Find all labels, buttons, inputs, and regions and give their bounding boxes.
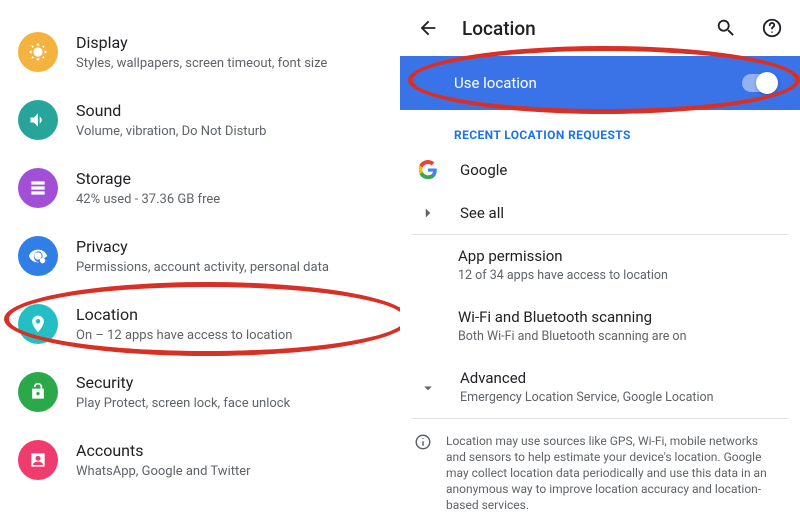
account-icon — [18, 440, 58, 480]
privacy-icon — [18, 236, 58, 276]
advanced-item[interactable]: Advanced Emergency Location Service, Goo… — [400, 357, 800, 418]
info-icon — [414, 433, 432, 513]
row-subtitle: Play Protect, screen lock, face unlock — [76, 395, 382, 412]
top-app-bar: Location — [400, 0, 800, 56]
location-info: Location may use sources like GPS, Wi-Fi… — [400, 419, 800, 524]
row-subtitle: On – 12 apps have access to location — [76, 327, 382, 344]
brightness-icon — [18, 32, 58, 72]
settings-item-location[interactable]: Location On – 12 apps have access to loc… — [0, 290, 400, 358]
recent-item-google[interactable]: Google — [400, 148, 800, 192]
row-title: Advanced — [460, 369, 776, 387]
row-title: Privacy — [76, 237, 382, 257]
row-subtitle: Both Wi-Fi and Bluetooth scanning are on — [458, 329, 776, 345]
row-title: Storage — [76, 169, 382, 189]
see-all-label: See all — [460, 204, 776, 222]
row-title: Display — [76, 33, 382, 53]
page-title: Location — [462, 17, 692, 40]
row-title: App permission — [458, 247, 776, 265]
row-title: Location — [76, 305, 382, 325]
row-subtitle: 42% used - 37.36 GB free — [76, 191, 382, 208]
settings-item-privacy[interactable]: Privacy Permissions, account activity, p… — [0, 222, 400, 290]
chevron-down-icon — [414, 379, 442, 397]
location-settings-page: Location Use location RECENT LOCATION RE… — [400, 0, 800, 524]
row-title: Wi-Fi and Bluetooth scanning — [458, 308, 776, 326]
row-subtitle: Emergency Location Service, Google Locat… — [460, 390, 776, 406]
row-title: Accounts — [76, 441, 382, 461]
row-subtitle: 12 of 34 apps have access to location — [458, 268, 776, 284]
settings-item-display[interactable]: Display Styles, wallpapers, screen timeo… — [0, 18, 400, 86]
help-icon[interactable] — [760, 16, 784, 40]
row-title: Sound — [76, 101, 382, 121]
settings-item-sound[interactable]: Sound Volume, vibration, Do Not Disturb — [0, 86, 400, 154]
settings-item-security[interactable]: Security Play Protect, screen lock, face… — [0, 358, 400, 426]
location-icon — [18, 304, 58, 344]
storage-icon — [18, 168, 58, 208]
recent-item-label: Google — [460, 161, 776, 179]
row-subtitle: Styles, wallpapers, screen timeout, font… — [76, 55, 382, 72]
google-icon — [414, 160, 442, 180]
row-subtitle: WhatsApp, Google and Twitter — [76, 463, 382, 480]
row-subtitle: Permissions, account activity, personal … — [76, 259, 382, 276]
settings-list: Display Styles, wallpapers, screen timeo… — [0, 0, 400, 524]
use-location-toggle[interactable]: Use location — [400, 56, 800, 110]
row-title: Security — [76, 373, 382, 393]
back-icon[interactable] — [416, 16, 440, 40]
wifi-bt-scanning-item[interactable]: Wi-Fi and Bluetooth scanning Both Wi-Fi … — [400, 296, 800, 357]
toggle-switch[interactable] — [742, 74, 776, 92]
recent-requests-label: RECENT LOCATION REQUESTS — [400, 110, 800, 148]
search-icon[interactable] — [714, 16, 738, 40]
see-all-item[interactable]: See all — [400, 192, 800, 234]
volume-icon — [18, 100, 58, 140]
chevron-right-icon — [414, 204, 442, 222]
info-text: Location may use sources like GPS, Wi-Fi… — [446, 433, 776, 513]
app-permission-item[interactable]: App permission 12 of 34 apps have access… — [400, 235, 800, 296]
settings-item-accounts[interactable]: Accounts WhatsApp, Google and Twitter — [0, 426, 400, 494]
row-subtitle: Volume, vibration, Do Not Disturb — [76, 123, 382, 140]
settings-item-storage[interactable]: Storage 42% used - 37.36 GB free — [0, 154, 400, 222]
lock-open-icon — [18, 372, 58, 412]
use-location-label: Use location — [454, 74, 742, 92]
